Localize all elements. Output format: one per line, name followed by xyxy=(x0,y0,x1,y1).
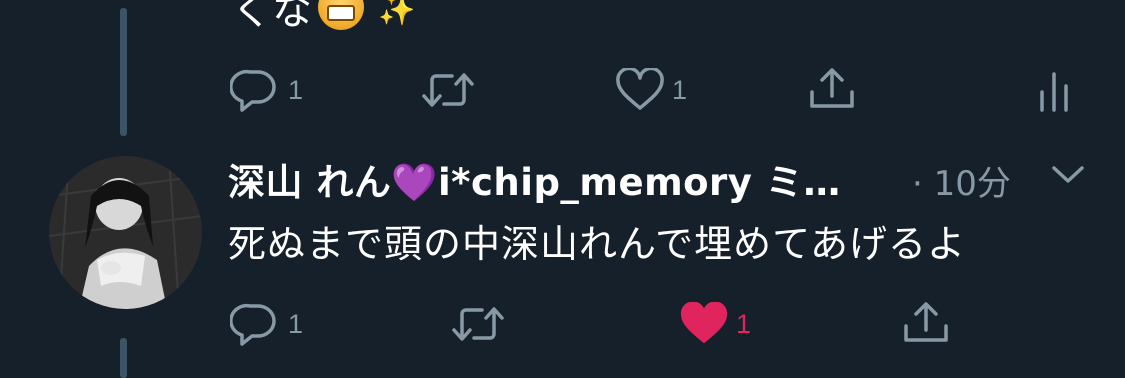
previous-reply-button[interactable]: 1 xyxy=(230,68,303,112)
avatar-photo xyxy=(49,156,202,309)
previous-analytics-button[interactable] xyxy=(1036,70,1072,112)
like-icon xyxy=(680,302,728,343)
retweet-button[interactable] xyxy=(450,304,512,344)
reply-count: 1 xyxy=(288,308,304,339)
display-name[interactable]: 深山 れん💜i*chip_memory ミ… xyxy=(228,152,841,206)
analytics-icon xyxy=(1040,72,1068,112)
reply-icon xyxy=(230,69,276,112)
previous-reply-count: 1 xyxy=(288,74,304,105)
reply-button[interactable]: 1 xyxy=(230,302,303,346)
like-count: 1 xyxy=(736,308,752,339)
thread-line-top xyxy=(120,8,127,136)
previous-tweet-text: くな ✨ xyxy=(232,0,415,36)
chevron-down-icon xyxy=(1052,166,1084,183)
previous-like-button[interactable]: 1 xyxy=(614,68,687,112)
grinning-face-emoji xyxy=(318,0,364,30)
retweet-icon xyxy=(422,73,474,107)
share-icon xyxy=(904,302,948,342)
share-icon xyxy=(810,68,854,108)
previous-retweet-button[interactable] xyxy=(420,70,482,110)
sparkles-emoji: ✨ xyxy=(378,0,416,28)
thread-line-bottom xyxy=(120,338,127,378)
share-button[interactable] xyxy=(900,300,952,346)
reply-icon xyxy=(230,303,276,346)
avatar[interactable] xyxy=(49,156,202,309)
tweet-text: 死ぬまで頭の中深山れんで埋めてあげるよ xyxy=(228,222,966,266)
more-options-button[interactable] xyxy=(1050,162,1086,190)
like-button[interactable]: 1 xyxy=(678,302,751,346)
previous-tweet-text-fragment: くな xyxy=(232,0,312,34)
retweet-icon xyxy=(452,307,504,341)
like-icon xyxy=(616,68,664,110)
timestamp[interactable]: · 10分 xyxy=(912,156,1011,205)
previous-like-count: 1 xyxy=(672,74,688,105)
reply-tweet-header: 深山 れん💜i*chip_memory ミ… xyxy=(228,152,841,206)
previous-share-button[interactable] xyxy=(806,66,858,112)
